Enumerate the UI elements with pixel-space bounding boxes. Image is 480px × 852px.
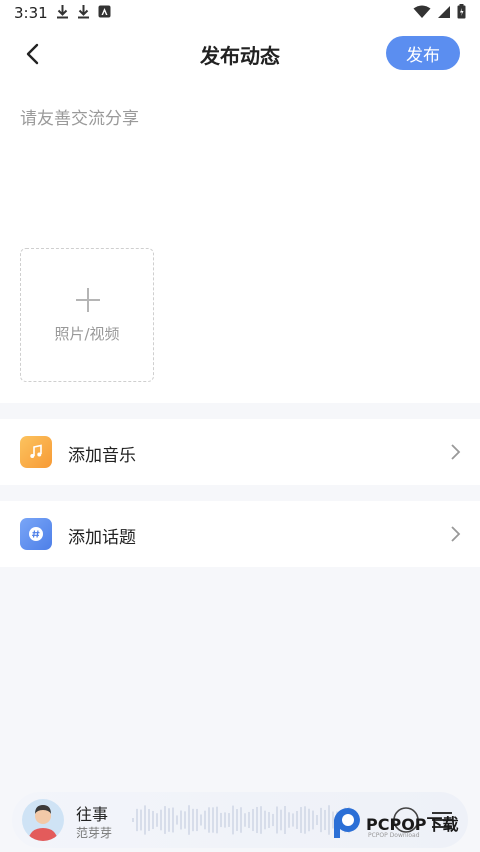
waveform-bar bbox=[232, 805, 234, 835]
song-title: 往事 bbox=[76, 805, 109, 824]
status-system-icons bbox=[413, 4, 466, 19]
add-topic-label: 添加话题 bbox=[68, 528, 136, 548]
chevron-right-icon bbox=[451, 444, 461, 460]
waveform-bar bbox=[264, 810, 266, 830]
waveform-bar bbox=[136, 808, 138, 832]
waveform-bar bbox=[172, 807, 174, 833]
waveform-bar bbox=[140, 809, 142, 831]
waveform-bar bbox=[320, 807, 322, 833]
header: 发布动态 发布 bbox=[0, 26, 480, 82]
waveform-bar bbox=[324, 809, 326, 831]
waveform-bar bbox=[192, 808, 194, 832]
add-media-button[interactable]: 照片/视频 bbox=[20, 248, 154, 382]
add-media-label: 照片/视频 bbox=[54, 325, 120, 343]
chevron-right-icon bbox=[451, 526, 461, 542]
waveform-bar bbox=[204, 810, 206, 830]
waveform-bar bbox=[312, 810, 314, 830]
waveform-bar bbox=[144, 805, 146, 835]
waveform-bar bbox=[252, 808, 254, 832]
waveform-bar bbox=[196, 808, 198, 832]
waveform-graphic bbox=[132, 805, 350, 835]
waveform-bar bbox=[148, 809, 150, 831]
waveform-bar bbox=[156, 813, 158, 827]
waveform-bar bbox=[188, 805, 190, 835]
publish-button[interactable]: 发布 bbox=[386, 36, 460, 70]
waveform-bar bbox=[228, 813, 230, 827]
waveform-bar bbox=[176, 815, 178, 825]
waveform-bar bbox=[220, 812, 222, 828]
status-bar: 3:31 bbox=[0, 0, 480, 26]
battery-icon bbox=[457, 4, 466, 19]
status-notifications bbox=[56, 4, 111, 19]
watermark-logo: PCPOP下载 PCPOP Download bbox=[332, 806, 459, 840]
waveform-bar bbox=[208, 807, 210, 833]
waveform-bar bbox=[132, 818, 134, 822]
waveform-bar bbox=[224, 812, 226, 828]
hashtag-icon bbox=[20, 518, 52, 550]
waveform-bar bbox=[276, 806, 278, 834]
song-artist: 范芽芽 bbox=[76, 826, 113, 840]
waveform-bar bbox=[292, 813, 294, 827]
waveform-bar bbox=[244, 813, 246, 827]
waveform-bar bbox=[180, 810, 182, 830]
status-time: 3:31 bbox=[14, 4, 48, 22]
waveform-bar bbox=[168, 808, 170, 832]
pcpop-logo-icon bbox=[334, 807, 360, 838]
avatar bbox=[22, 799, 64, 841]
waveform-bar bbox=[272, 813, 274, 827]
waveform-bar bbox=[296, 810, 298, 830]
waveform-bar bbox=[268, 812, 270, 828]
add-topic-row[interactable]: 添加话题 bbox=[0, 501, 480, 567]
watermark-subtext: PCPOP Download bbox=[368, 832, 420, 839]
waveform-bar bbox=[160, 809, 162, 831]
waveform-bar bbox=[300, 807, 302, 833]
post-text-input[interactable]: 请友善交流分享 bbox=[20, 104, 139, 129]
waveform-bar bbox=[284, 805, 286, 835]
add-music-label: 添加音乐 bbox=[68, 446, 136, 466]
signal-icon bbox=[438, 5, 450, 18]
waveform-bar bbox=[288, 812, 290, 828]
waveform-bar bbox=[240, 807, 242, 833]
waveform-bar bbox=[280, 809, 282, 831]
waveform-bar bbox=[152, 810, 154, 830]
plus-icon bbox=[76, 288, 100, 312]
download-icon bbox=[78, 5, 89, 19]
add-music-row[interactable]: 添加音乐 bbox=[0, 419, 480, 485]
waveform-bar bbox=[164, 806, 166, 834]
waveform-bar bbox=[236, 809, 238, 831]
waveform-bar bbox=[216, 806, 218, 834]
waveform-bar bbox=[304, 806, 306, 834]
waveform-bar bbox=[316, 815, 318, 825]
waveform-bar bbox=[260, 806, 262, 834]
waveform-bar bbox=[256, 806, 258, 834]
waveform-bar bbox=[200, 814, 202, 826]
app-notification-icon bbox=[98, 5, 111, 18]
waveform-bar bbox=[212, 807, 214, 833]
waveform-bar bbox=[308, 808, 310, 832]
waveform-bar bbox=[248, 811, 250, 829]
music-note-icon bbox=[20, 436, 52, 468]
download-icon bbox=[57, 5, 68, 19]
waveform-bar bbox=[328, 805, 330, 835]
waveform-bar bbox=[184, 811, 186, 829]
wifi-icon bbox=[413, 5, 431, 18]
